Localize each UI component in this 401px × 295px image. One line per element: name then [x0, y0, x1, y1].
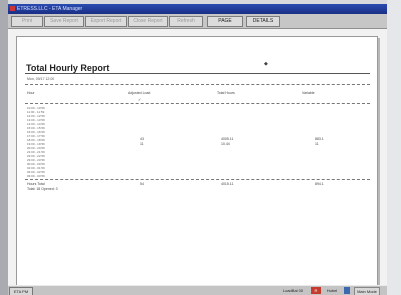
header-divider	[25, 103, 370, 104]
title-marker-icon: ◆	[264, 61, 268, 67]
column-header-hour: Hour	[27, 91, 35, 95]
taskbar-item-red[interactable]: R	[311, 287, 321, 294]
page-button[interactable]: PAGE	[207, 16, 243, 27]
date-divider	[25, 84, 370, 85]
title-bar: ETRESS.LLC - ETA Manager	[8, 4, 387, 14]
column-header-total-hours: Total Hours	[217, 91, 235, 95]
taskbar: ETA PM LoadBal 00 R Hubel Main Mode	[8, 285, 387, 295]
refresh-button[interactable]: Refresh	[169, 16, 203, 27]
variable-value: 11	[315, 142, 319, 146]
window-title: ETRESS.LLC - ETA Manager	[17, 6, 83, 12]
total-variable: 894.1	[315, 182, 324, 186]
total-hours-value: 10.44	[221, 142, 230, 146]
monitor-screen: ETRESS.LLC - ETA Manager Print Save Repo…	[8, 4, 387, 295]
report-toolbar: Print Save Report Export Report Close Re…	[8, 14, 387, 29]
report-page: Total Hourly Report ◆ Mon, 09/17 12:00 H…	[16, 36, 378, 286]
column-check-icon: ✓	[138, 97, 142, 102]
print-button[interactable]: Print	[11, 16, 43, 27]
report-title: Total Hourly Report	[26, 63, 110, 73]
app-icon	[10, 6, 15, 11]
total-adjusted-load: 54	[140, 182, 144, 186]
report-date: Mon, 09/17 12:00	[27, 77, 55, 81]
column-header-variable: Variable	[302, 91, 315, 95]
taskbar-item-loadbal[interactable]: LoadBal 00	[278, 287, 308, 294]
adjusted-load-value: 43	[140, 137, 144, 141]
total-hours-value: 4005.11	[221, 137, 234, 141]
column-header-adjusted-load: Adjusted Load	[128, 91, 151, 95]
details-button[interactable]: DETAILS	[246, 16, 280, 27]
save-report-button[interactable]: Save Report	[44, 16, 84, 27]
wall-right-edge	[387, 0, 401, 295]
total-total-hours: 4015.11	[221, 182, 234, 186]
taskbar-start-button[interactable]: ETA PM	[9, 287, 33, 295]
totals-divider	[25, 179, 370, 180]
title-underline	[25, 73, 370, 74]
close-report-button[interactable]: Close Report	[128, 16, 168, 27]
export-report-button[interactable]: Export Report	[85, 16, 127, 27]
total-summary: Total: 18 Opened: 3	[27, 187, 58, 191]
taskbar-item-hubel[interactable]: Hubel	[324, 287, 340, 294]
taskbar-item-blue[interactable]	[344, 287, 350, 294]
adjusted-load-value: 11	[140, 142, 144, 146]
total-label: Hours Total	[27, 182, 45, 186]
wall-left-edge	[0, 0, 8, 295]
variable-value: 883.1	[315, 137, 324, 141]
taskbar-item-main-mode[interactable]: Main Mode	[354, 287, 380, 295]
